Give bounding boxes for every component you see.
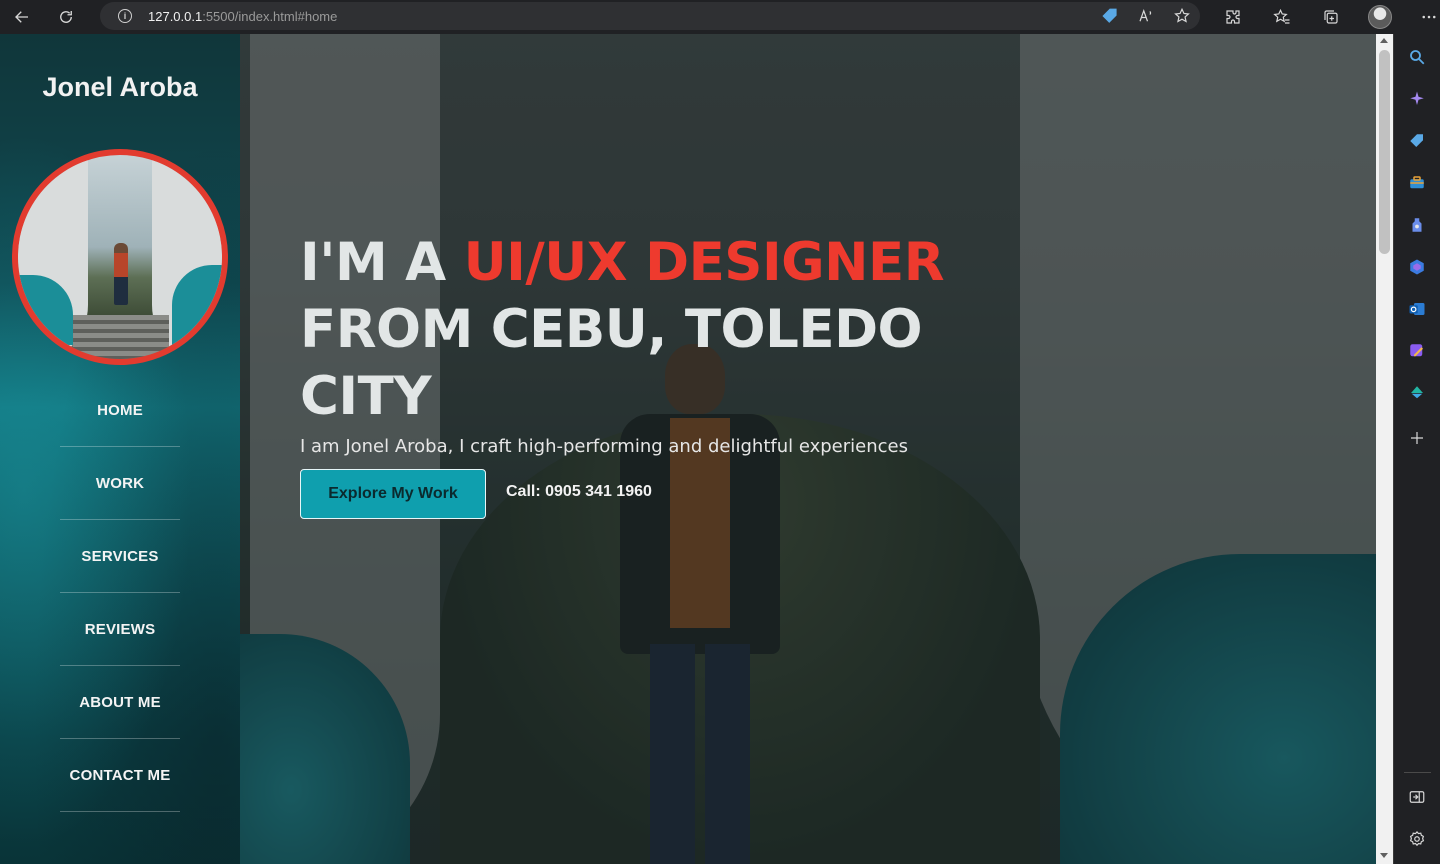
scroll-up-arrow-icon[interactable]	[1380, 38, 1388, 43]
brand-name: Jonel Aroba	[42, 72, 198, 102]
profile-button[interactable]	[1355, 0, 1404, 34]
shopping-tag-icon	[1410, 134, 1423, 147]
read-aloud-button[interactable]	[1128, 2, 1164, 30]
edge-shopping-button[interactable]	[1407, 131, 1427, 151]
more-menu-button[interactable]	[1404, 0, 1440, 34]
read-aloud-icon	[1139, 8, 1152, 22]
explore-my-work-button[interactable]: Explore My Work	[300, 469, 486, 519]
reload-button[interactable]	[44, 0, 88, 34]
hero-section: I'M A UI/UX DESIGNER FROM CEBU, TOLEDO C…	[240, 34, 1376, 864]
edge-games-button[interactable]	[1407, 215, 1427, 235]
call-phone-text: Call: 0905 341 1960	[506, 483, 652, 500]
nav-work[interactable]: WORK	[60, 447, 180, 520]
games-icon	[1412, 218, 1422, 232]
nav-contact-me[interactable]: CONTACT ME	[60, 739, 180, 812]
scroll-down-arrow-icon[interactable]	[1380, 853, 1388, 858]
page-scrollbar[interactable]	[1376, 34, 1393, 864]
headline-suffix: FROM CEBU, TOLEDO CITY	[300, 299, 923, 427]
headline-accent: UI/UX DESIGNER	[463, 232, 945, 293]
sidebar-toggle-icon	[1409, 791, 1425, 803]
copilot-icon	[1410, 91, 1424, 105]
nav-about-me[interactable]: ABOUT ME	[60, 666, 180, 739]
puzzle-icon	[1225, 10, 1240, 24]
reload-icon	[60, 11, 72, 23]
profile-avatar	[1367, 5, 1392, 29]
edge-settings-button[interactable]	[1407, 829, 1427, 849]
star-add-icon	[1174, 7, 1190, 23]
nav-reviews[interactable]: REVIEWS	[60, 593, 180, 666]
edge-sidebar	[1393, 34, 1440, 864]
nav-home[interactable]: HOME	[60, 374, 180, 447]
url-path: :5500/index.html#home	[202, 8, 338, 24]
page-viewport: Jonel Aroba HOME WORK SERVICES REVIEWS A…	[0, 34, 1376, 864]
edge-drop-button[interactable]	[1407, 383, 1427, 403]
designer-icon	[1410, 344, 1423, 357]
edge-search-button[interactable]	[1407, 47, 1427, 67]
site-info-icon[interactable]: i	[118, 9, 132, 23]
back-button[interactable]	[0, 0, 44, 34]
url-host: 127.0.0.1	[148, 8, 203, 24]
hero-actions: Explore My Work Call: 0905 341 1960	[300, 469, 980, 519]
scroll-thumb[interactable]	[1379, 50, 1390, 254]
more-dots-icon	[1421, 15, 1436, 19]
collections-icon	[1323, 10, 1338, 24]
edge-sidebar-divider	[1404, 772, 1431, 773]
address-bar[interactable]: i 127.0.0.1:5500/index.html#home	[100, 2, 1200, 30]
edge-copilot-button[interactable]	[1407, 89, 1427, 109]
outlook-icon	[1409, 303, 1425, 315]
shopping-tag-button[interactable]	[1092, 2, 1128, 30]
search-icon	[1410, 50, 1425, 65]
extensions-button[interactable]	[1208, 0, 1257, 34]
add-favorite-button[interactable]	[1164, 2, 1200, 30]
back-arrow-icon	[15, 11, 28, 23]
collections-button[interactable]	[1306, 0, 1355, 34]
site-sidebar: Jonel Aroba HOME WORK SERVICES REVIEWS A…	[0, 34, 240, 864]
edge-outlook-button[interactable]	[1407, 299, 1427, 319]
nav-services[interactable]: SERVICES	[60, 520, 180, 593]
microsoft365-icon	[1410, 259, 1424, 275]
edge-sidebar-toggle-button[interactable]	[1407, 787, 1427, 807]
edge-tools-button[interactable]	[1407, 173, 1427, 193]
headline-prefix: I'M A	[300, 232, 464, 293]
favorites-star-icon	[1272, 8, 1289, 24]
hero-headline: I'M A UI/UX DESIGNER FROM CEBU, TOLEDO C…	[300, 229, 980, 430]
browser-toolbar: i 127.0.0.1:5500/index.html#home	[0, 0, 1440, 34]
edge-add-button[interactable]	[1407, 428, 1427, 448]
add-icon	[1411, 432, 1423, 444]
settings-icon	[1409, 830, 1425, 847]
tools-icon	[1410, 176, 1424, 189]
edge-designer-button[interactable]	[1407, 341, 1427, 361]
hero-content: I'M A UI/UX DESIGNER FROM CEBU, TOLEDO C…	[300, 229, 980, 519]
price-tag-icon	[1102, 8, 1117, 23]
main-nav: HOME WORK SERVICES REVIEWS ABOUT ME CONT…	[60, 374, 180, 812]
drop-icon	[1411, 386, 1423, 399]
favorites-button[interactable]	[1257, 0, 1306, 34]
hero-subtitle: I am Jonel Aroba, I craft high-performin…	[300, 436, 908, 457]
profile-photo	[12, 149, 228, 365]
edge-microsoft365-button[interactable]	[1407, 257, 1427, 277]
